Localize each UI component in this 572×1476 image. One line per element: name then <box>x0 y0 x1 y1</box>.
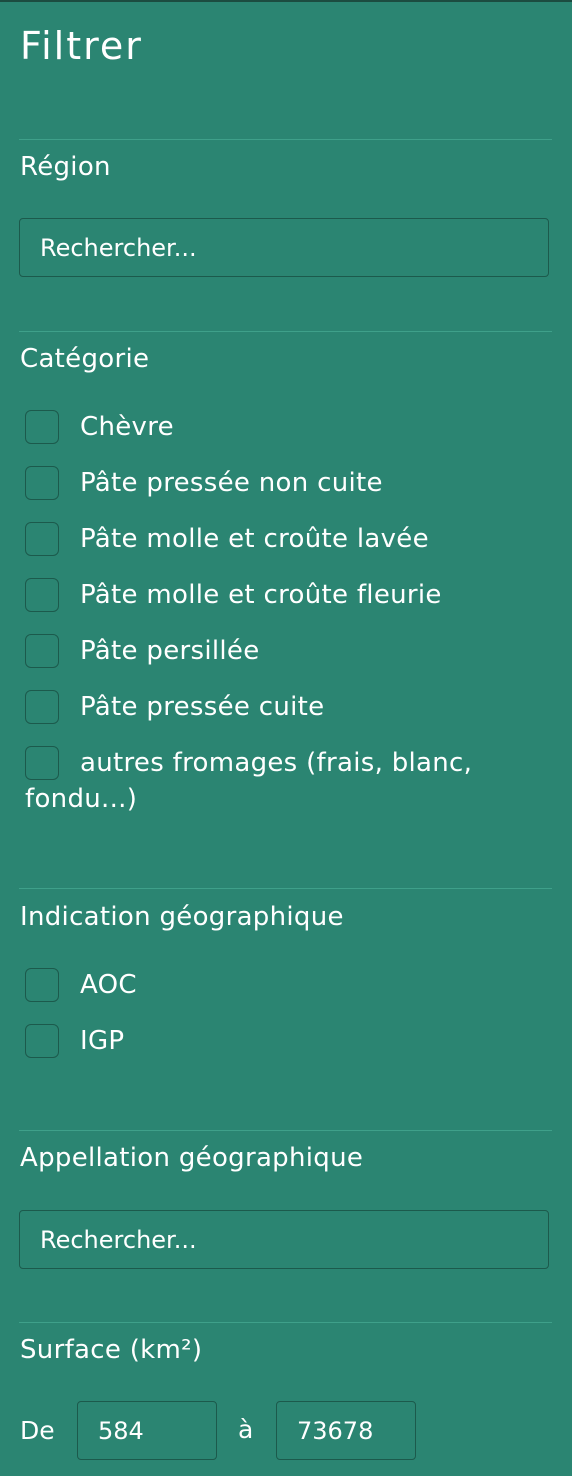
region-label: Région <box>20 152 111 182</box>
checkbox[interactable] <box>25 466 59 500</box>
categorie-option-label: Pâte pressée non cuite <box>80 468 383 498</box>
indication-option-label: IGP <box>80 1026 125 1056</box>
surface-to-label: à <box>238 1415 254 1444</box>
checkbox[interactable] <box>25 968 59 1002</box>
categorie-label: Catégorie <box>20 344 150 374</box>
divider <box>19 888 552 889</box>
categorie-option-chevre[interactable]: Chèvre <box>25 409 535 445</box>
appellation-label: Appellation géographique <box>20 1143 364 1173</box>
categorie-option-label: Pâte molle et croûte lavée <box>80 524 429 554</box>
divider <box>19 139 552 140</box>
categorie-option-label: autres fromages (frais, blanc, fondu...) <box>25 748 473 814</box>
categorie-option-pate-persillee[interactable]: Pâte persillée <box>25 633 535 669</box>
region-search-input[interactable] <box>19 218 549 277</box>
categorie-option-pate-pressee-cuite[interactable]: Pâte pressée cuite <box>25 689 535 725</box>
categorie-option-pate-molle-croute-fleurie[interactable]: Pâte molle et croûte fleurie <box>25 577 535 613</box>
checkbox[interactable] <box>25 410 59 444</box>
surface-max-input[interactable] <box>276 1401 416 1460</box>
categorie-option-autres-fromages[interactable]: autres fromages (frais, blanc, fondu...) <box>25 745 505 817</box>
categorie-option-label: Pâte molle et croûte fleurie <box>80 580 442 610</box>
filter-title: Filtrer <box>20 24 143 68</box>
indication-option-igp[interactable]: IGP <box>25 1023 535 1059</box>
categorie-option-pate-pressee-non-cuite[interactable]: Pâte pressée non cuite <box>25 465 535 501</box>
categorie-option-label: Chèvre <box>80 412 174 442</box>
categorie-option-label: Pâte pressée cuite <box>80 692 325 722</box>
indication-option-aoc[interactable]: AOC <box>25 967 535 1003</box>
indication-label: Indication géographique <box>20 902 344 932</box>
indication-option-label: AOC <box>80 970 137 1000</box>
checkbox[interactable] <box>25 690 59 724</box>
divider <box>19 331 552 332</box>
surface-label: Surface (km²) <box>20 1335 203 1365</box>
surface-min-input[interactable] <box>77 1401 217 1460</box>
checkbox[interactable] <box>25 578 59 612</box>
categorie-option-pate-molle-croute-lavee[interactable]: Pâte molle et croûte lavée <box>25 521 535 557</box>
categorie-option-label: Pâte persillée <box>80 636 260 666</box>
checkbox[interactable] <box>25 522 59 556</box>
checkbox[interactable] <box>25 1024 59 1058</box>
checkbox[interactable] <box>25 634 59 668</box>
surface-from-label: De <box>20 1416 55 1445</box>
appellation-search-input[interactable] <box>19 1210 549 1269</box>
divider <box>19 1130 552 1131</box>
top-border <box>0 0 572 2</box>
checkbox[interactable] <box>25 746 59 780</box>
divider <box>19 1322 552 1323</box>
